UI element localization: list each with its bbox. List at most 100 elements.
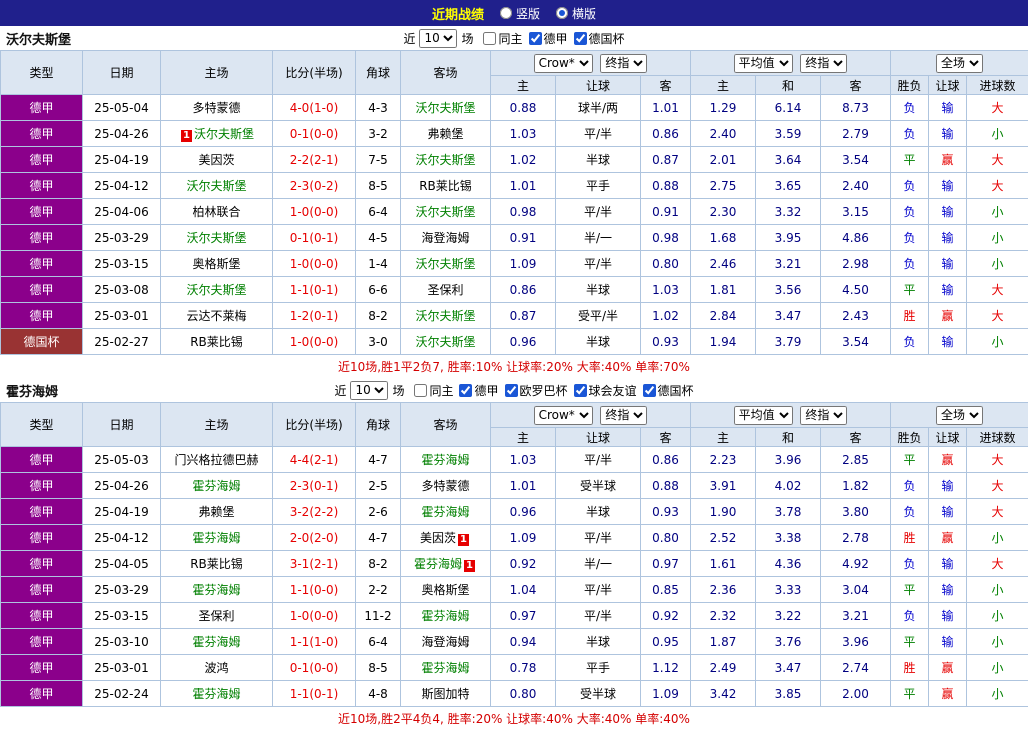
away-team-cell: 霍芬海姆 [400,654,491,681]
handicap-cell: 受平/半 [555,302,641,329]
avg-home-cell: 1.61 [690,550,756,577]
match-count-select[interactable]: 10 [350,380,389,400]
col-header-type: 类型 [0,402,83,447]
subcol-handicap-result: 让球 [928,75,967,95]
home-team-cell: 门兴格拉德巴赫 [160,446,273,473]
handicap-cell: 受半球 [555,680,641,707]
home-team-name: 沃尔夫斯堡 [186,179,247,193]
filter-checkbox-德国杯[interactable]: 德国杯 [642,382,694,399]
corner-cell: 8-5 [355,654,401,681]
home-team-cell: 奥格斯堡 [160,250,273,277]
corner-cell: 6-4 [355,628,401,655]
odds-stage-select[interactable]: 终指 [600,405,648,425]
away-team-name: 霍芬海姆 [421,661,470,675]
avg-away-cell: 2.43 [820,302,891,329]
title-bar: 近期战绩 竖版 横版 [0,0,1028,26]
match-row: 德甲 25-04-19 美因茨 2-2(2-1) 7-5 沃尔夫斯堡 1.02 半球 0.87 2… [0,146,1028,173]
checkbox-input[interactable] [504,383,518,397]
avg-home-cell: 3.91 [690,472,756,499]
score-cell: 1-2(0-1) [272,302,356,329]
bookmaker-select[interactable]: Crow* [533,405,593,425]
handicap-result-cell: 输 [928,276,967,303]
red-card-badge: 1 [181,130,192,142]
odds-header-cell: Crow* 终指 [490,50,691,76]
checkbox-input[interactable] [414,383,428,397]
away-odds-cell: 0.80 [640,250,691,277]
filter-checkbox-欧罗巴杯[interactable]: 欧罗巴杯 [504,382,568,399]
avg-home-cell: 2.75 [690,172,756,199]
handicap-cell: 平/半 [555,524,641,551]
filter-checkbox-德国杯[interactable]: 德国杯 [573,30,625,47]
avg-stage-select[interactable]: 终指 [800,53,848,73]
handicap-result-cell: 输 [928,94,967,121]
away-odds-cell: 0.98 [640,224,691,251]
subcol-avg-draw: 和 [755,427,821,447]
checkbox-label: 球会友谊 [588,383,637,398]
team-section-wolfsburg: 沃尔夫斯堡 近 10 场 同主 德甲 德国杯 类型 日期 主场 比分(半场) 角球 … [0,26,1028,378]
handicap-cell: 平/半 [555,120,641,147]
avg-odds-select[interactable]: 平均值 [733,405,793,425]
filter-checkbox-同主[interactable]: 同主 [414,382,453,399]
avg-draw-cell: 3.33 [755,576,821,603]
radio-horizontal-label: 横版 [572,6,597,21]
handicap-result-cell: 赢 [928,302,967,329]
score-cell: 1-0(0-0) [272,602,356,629]
home-team-name: 波鸿 [204,661,229,675]
away-team-name: 霍芬海姆 [421,609,470,623]
filter-checkboxes: 同主 德甲 德国杯 [477,30,625,47]
match-count-select[interactable]: 10 [419,28,458,48]
subcol-handicap: 让球 [555,427,641,447]
checkbox-input[interactable] [459,383,473,397]
goals-result-cell: 大 [965,276,1028,303]
radio-horizontal-layout[interactable]: 横版 [556,5,596,22]
score-cell: 1-0(0-0) [272,250,356,277]
goals-result-cell: 大 [965,302,1028,329]
home-team-name: 多特蒙德 [192,101,241,115]
avg-draw-cell: 3.38 [755,524,821,551]
scope-select[interactable]: 全场 [936,405,983,425]
radio-selected-icon[interactable] [556,7,568,19]
scope-select[interactable]: 全场 [936,53,983,73]
away-odds-cell: 0.97 [640,550,691,577]
date-cell: 25-02-24 [82,680,161,707]
avg-away-cell: 1.82 [820,472,891,499]
checkbox-input[interactable] [528,31,542,45]
result-cell: 胜 [890,654,929,681]
red-card-badge: 1 [464,560,475,572]
summary-line: 近10场,胜2平4负4, 胜率:20% 让球率:40% 大率:40% 单率:40… [0,707,1028,730]
avg-away-cell: 2.79 [820,120,891,147]
checkbox-label: 德国杯 [657,383,694,398]
checkbox-input[interactable] [573,31,587,45]
home-team-name: 门兴格拉德巴赫 [174,453,259,467]
checkbox-input[interactable] [483,31,497,45]
bookmaker-select[interactable]: Crow* [533,53,593,73]
radio-icon[interactable] [499,7,512,19]
filter-checkbox-德甲[interactable]: 德甲 [459,382,499,399]
avg-home-cell: 2.40 [690,120,756,147]
avg-draw-cell: 3.56 [755,276,821,303]
home-team-name: 沃尔夫斯堡 [186,283,247,297]
score-cell: 3-2(2-2) [272,498,356,525]
league-cell: 德甲 [0,94,83,121]
avg-stage-select[interactable]: 终指 [800,405,848,425]
filter-checkbox-同主[interactable]: 同主 [483,30,523,47]
odds-stage-select[interactable]: 终指 [600,53,648,73]
date-cell: 25-03-08 [82,276,161,303]
home-odds-cell: 1.02 [490,146,556,173]
home-team-cell: 霍芬海姆 [160,524,273,551]
checkbox-input[interactable] [642,383,656,397]
away-team-name: 霍芬海姆 [414,557,463,571]
filter-checkbox-德甲[interactable]: 德甲 [528,30,568,47]
handicap-result-cell: 输 [928,550,967,577]
filter-checkbox-球会友谊[interactable]: 球会友谊 [573,382,637,399]
handicap-result-cell: 赢 [928,524,967,551]
radio-vertical-layout[interactable]: 竖版 [499,5,540,22]
corner-cell: 8-2 [355,302,401,329]
avg-odds-select[interactable]: 平均值 [733,53,793,73]
checkbox-input[interactable] [573,383,587,397]
away-team-cell: 沃尔夫斯堡 [400,250,491,277]
corner-cell: 2-2 [355,576,401,603]
away-odds-cell: 0.86 [640,120,691,147]
home-team-cell: RB莱比锡 [160,550,273,577]
corner-cell: 4-7 [355,524,401,551]
